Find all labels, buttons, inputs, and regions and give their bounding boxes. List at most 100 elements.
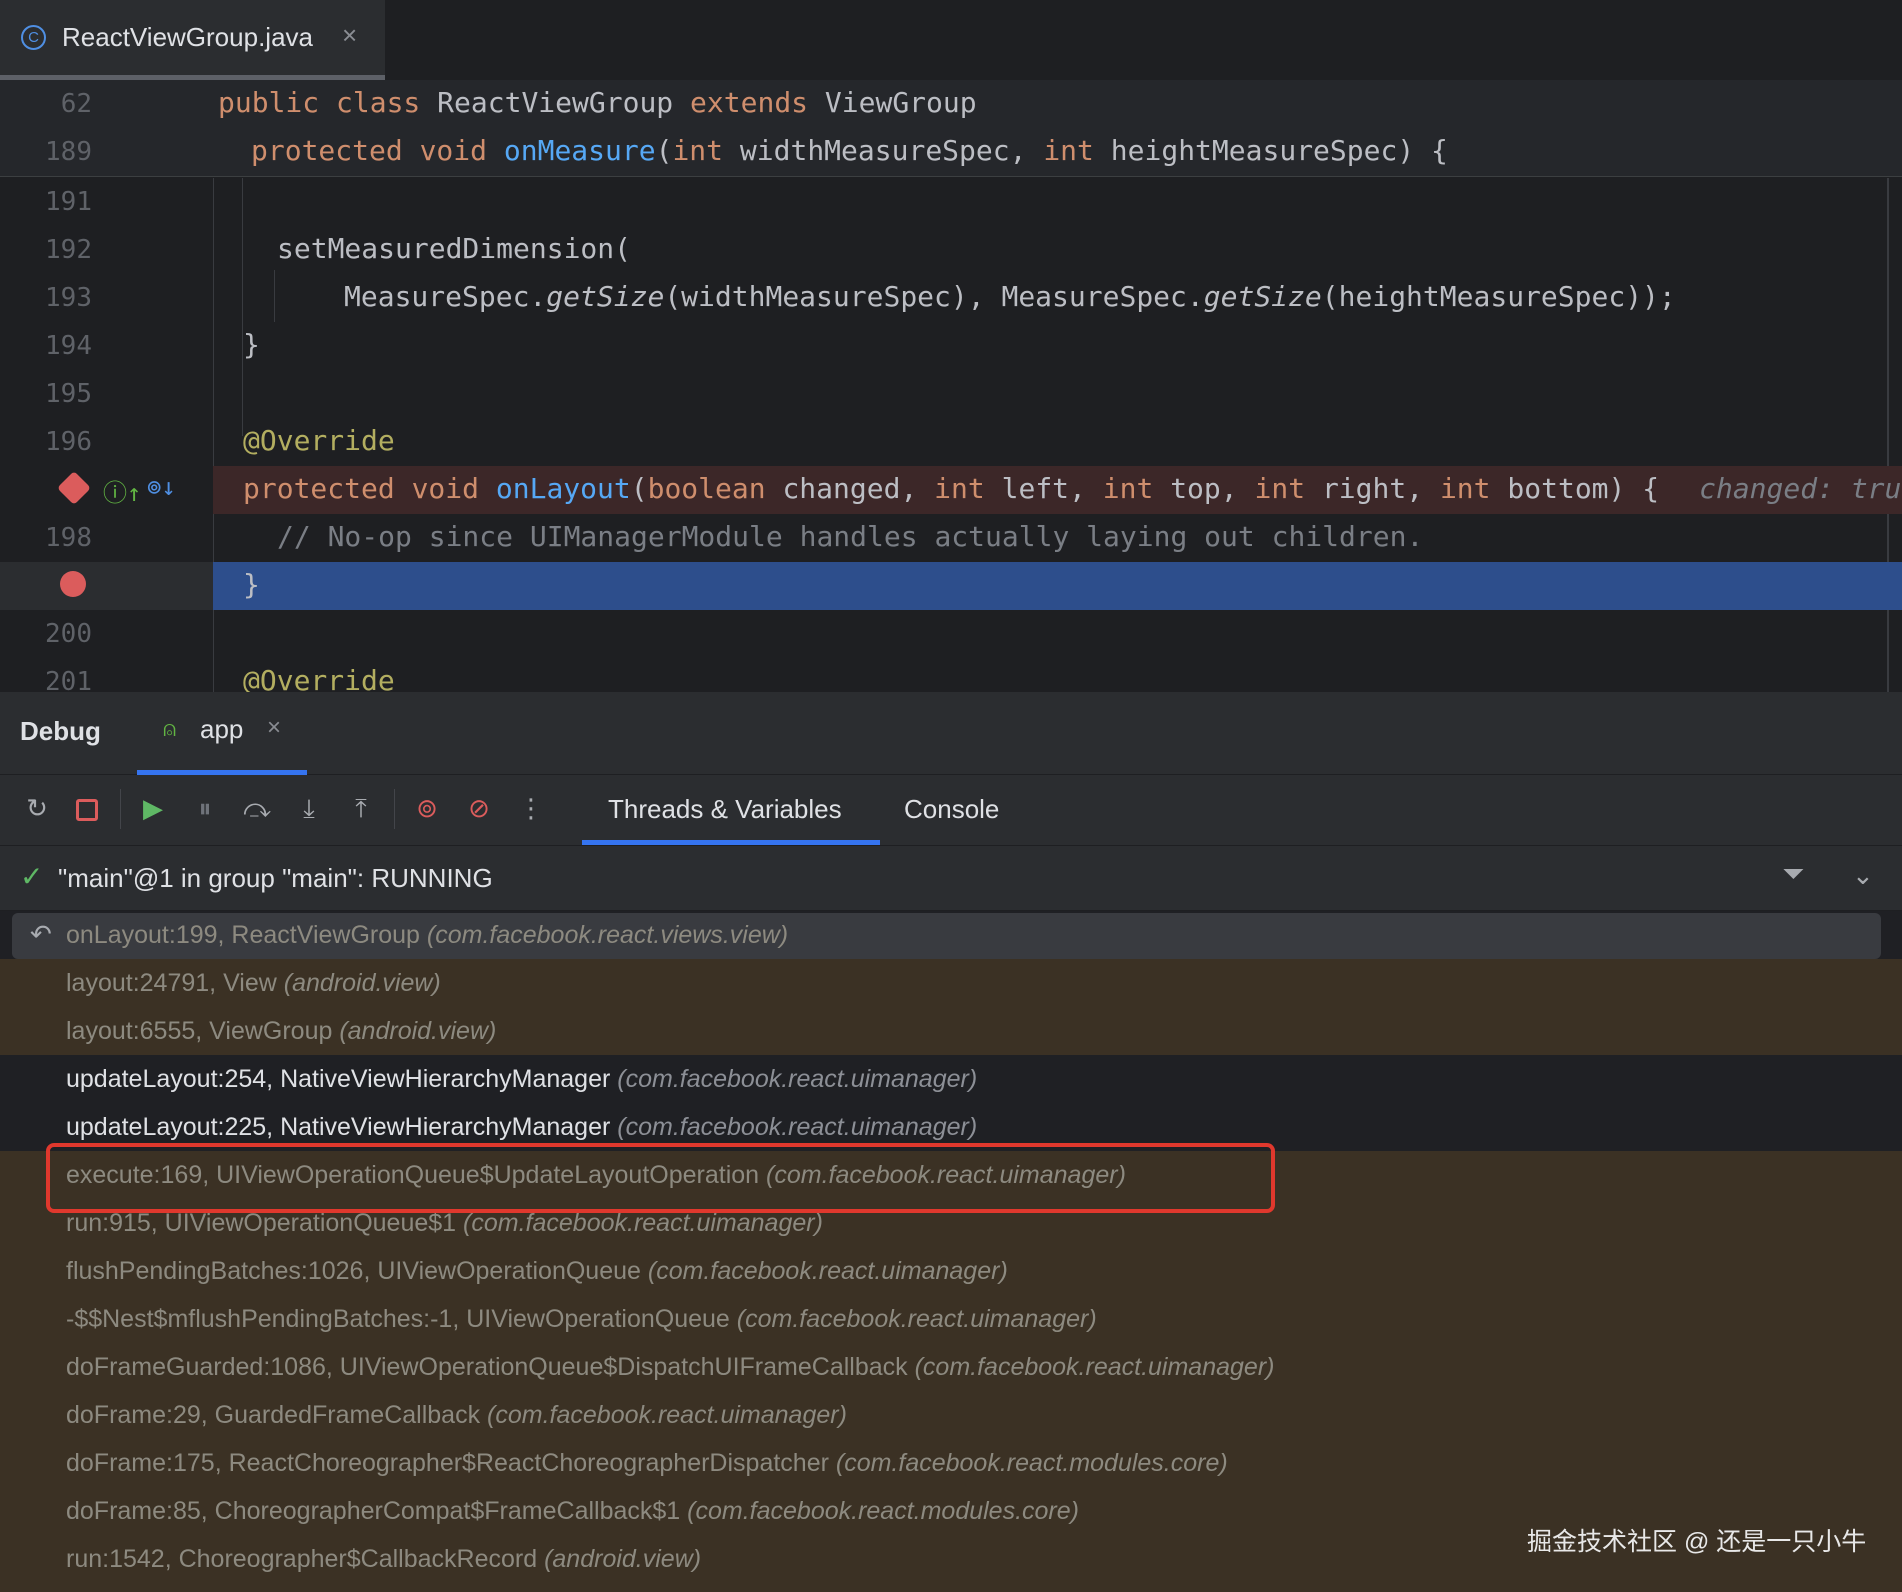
code-line: 194} bbox=[0, 322, 1902, 370]
debug-session-tab-app[interactable]: ⍝ app × bbox=[137, 692, 307, 775]
sticky-lines-separator bbox=[0, 176, 1902, 177]
code-line: 189 protected void onMeasure(int widthMea… bbox=[0, 128, 1902, 176]
code-token: } bbox=[243, 328, 260, 361]
frame-text: layout:6555, ViewGroup (android.view) bbox=[66, 1017, 496, 1046]
frame-package: (com.facebook.react.uimanager) bbox=[736, 1305, 1097, 1333]
overrides-icon[interactable]: ⊚↓ bbox=[147, 473, 176, 501]
thread-selector[interactable]: ✓ "main"@1 in group "main": RUNNING ⏷ ⌄ bbox=[0, 846, 1902, 911]
frame-text: -$$Nest$mflushPendingBatches:-1, UIViewO… bbox=[66, 1305, 1097, 1334]
step-out-icon[interactable]: ⤒ bbox=[342, 789, 380, 827]
code-line: 201 @Override bbox=[0, 658, 1902, 692]
stop-icon[interactable] bbox=[68, 789, 106, 827]
code-token: heightMeasureSpec) { bbox=[1110, 134, 1448, 167]
stack-frame[interactable]: layout:6555, ViewGroup (android.view) bbox=[0, 1007, 1902, 1055]
toolbar-separator bbox=[394, 789, 395, 829]
step-into-icon[interactable]: ⤓ bbox=[290, 789, 328, 827]
code-line: 198 // No-op since UIManagerModule handle… bbox=[0, 514, 1902, 562]
frame-package: (com.facebook.react.uimanager) bbox=[647, 1257, 1008, 1285]
frame-method: flushPendingBatches:1026, UIViewOperatio… bbox=[66, 1257, 648, 1285]
toolbar-separator bbox=[120, 789, 121, 829]
code-token: ViewGroup bbox=[824, 86, 977, 119]
pause-icon[interactable]: ⏸ bbox=[186, 789, 224, 827]
frame-package: (com.facebook.react.views.view) bbox=[426, 921, 789, 949]
highlight-annotation-box bbox=[46, 1143, 1275, 1213]
frame-text: run:915, UIViewOperationQueue$1 (com.fac… bbox=[66, 1209, 823, 1238]
tab-console[interactable]: Console bbox=[904, 794, 999, 825]
return-frame-icon: ↶ bbox=[30, 919, 52, 949]
frame-text: updateLayout:225, NativeViewHierarchyMan… bbox=[66, 1113, 977, 1142]
close-icon[interactable]: × bbox=[342, 20, 357, 51]
code-token: ( bbox=[630, 472, 648, 505]
code-token: // No-op since UIManagerModule handles a… bbox=[277, 520, 1424, 553]
code-text: MeasureSpec.getSize(widthMeasureSpec), M… bbox=[344, 280, 1676, 313]
stack-frame[interactable]: doFrameGuarded:1086, UIViewOperationQueu… bbox=[0, 1343, 1902, 1391]
mute-breakpoints-icon[interactable]: ⊘ bbox=[460, 789, 498, 827]
frame-text: doFrame:29, GuardedFrameCallback (com.fa… bbox=[66, 1401, 847, 1430]
view-breakpoints-icon[interactable]: ⊚ bbox=[408, 789, 446, 827]
code-line: 200 bbox=[0, 610, 1902, 658]
code-token: setMeasuredDimension( bbox=[277, 232, 632, 265]
more-icon[interactable]: ⋮ bbox=[512, 789, 550, 827]
filter-icon[interactable]: ⏷ bbox=[1782, 858, 1804, 891]
stack-frame[interactable]: flushPendingBatches:1026, UIViewOperatio… bbox=[0, 1247, 1902, 1295]
implements-icon[interactable]: ⓘ↑ bbox=[103, 473, 141, 508]
code-token: @Override bbox=[243, 424, 395, 457]
android-icon: ⍝ bbox=[163, 716, 177, 741]
code-text: } bbox=[243, 328, 260, 361]
code-line: protected void onLayout(boolean changed,… bbox=[0, 466, 1902, 514]
line-number: 62 bbox=[60, 89, 92, 119]
code-token: getSize bbox=[1203, 280, 1322, 313]
rerun-icon[interactable]: ↻ bbox=[18, 789, 56, 827]
code-text: } bbox=[243, 568, 260, 601]
code-token: int bbox=[1043, 134, 1111, 167]
frame-text: doFrame:175, ReactChoreographer$ReactCho… bbox=[66, 1449, 1228, 1478]
watermark: 掘金技术社区 @ 还是一只小牛 bbox=[1527, 1528, 1867, 1556]
editor-tab-reactviewgroup[interactable]: C ReactViewGroup.java × bbox=[0, 0, 385, 80]
frame-method: updateLayout:254, NativeViewHierarchyMan… bbox=[66, 1065, 618, 1093]
code-token: protected void bbox=[251, 134, 504, 167]
stack-frame-selected[interactable]: ↶ onLayout:199, ReactViewGroup (com.faceb… bbox=[0, 911, 1902, 959]
frame-text: run:1542, Choreographer$CallbackRecord (… bbox=[66, 1545, 701, 1574]
code-line: 192 setMeasuredDimension( bbox=[0, 226, 1902, 274]
code-line: } bbox=[0, 562, 1902, 610]
frame-text: doFrame:85, ChoreographerCompat$FrameCal… bbox=[66, 1497, 1079, 1526]
code-token: extends bbox=[690, 86, 825, 119]
stack-frame[interactable]: updateLayout:254, NativeViewHierarchyMan… bbox=[0, 1055, 1902, 1103]
code-token: (heightMeasureSpec)); bbox=[1321, 280, 1676, 313]
code-token: getSize bbox=[546, 280, 665, 313]
code-token: left, bbox=[1001, 472, 1103, 505]
resume-icon[interactable]: ▶ bbox=[134, 789, 172, 827]
code-token: widthMeasureSpec, bbox=[739, 134, 1044, 167]
close-icon[interactable]: × bbox=[267, 714, 281, 742]
active-tab-indicator bbox=[582, 840, 880, 845]
frame-package: (com.facebook.react.uimanager) bbox=[463, 1209, 823, 1237]
tab-label: Threads & Variables bbox=[608, 794, 842, 824]
code-line: 195 bbox=[0, 370, 1902, 418]
code-token: int bbox=[934, 472, 1002, 505]
stack-frame[interactable]: layout:24791, View (android.view) bbox=[0, 959, 1902, 1007]
frame-package: (android.view) bbox=[544, 1545, 702, 1573]
code-token: changed, bbox=[782, 472, 935, 505]
line-number: 189 bbox=[45, 137, 92, 167]
stack-frame[interactable]: doFrame:175, ReactChoreographer$ReactCho… bbox=[0, 1439, 1902, 1487]
frames-list: ↶ onLayout:199, ReactViewGroup (com.faceb… bbox=[0, 911, 1902, 1592]
stack-frame[interactable]: doFrame:29, GuardedFrameCallback (com.fa… bbox=[0, 1391, 1902, 1439]
tab-threads-variables[interactable]: Threads & Variables bbox=[582, 775, 880, 845]
code-token: (widthMeasureSpec), MeasureSpec. bbox=[664, 280, 1204, 313]
stack-frame[interactable]: -$$Nest$mflushPendingBatches:-1, UIViewO… bbox=[0, 1295, 1902, 1343]
code-line: 62 public class ReactViewGroup extends Vi… bbox=[0, 80, 1902, 128]
code-text: protected void onMeasure(int widthMeasur… bbox=[251, 134, 1448, 167]
code-token: onLayout bbox=[495, 472, 631, 505]
frame-method: layout:24791, View bbox=[66, 969, 284, 997]
frame-package: (android.view) bbox=[283, 969, 441, 997]
code-token: MeasureSpec. bbox=[344, 280, 547, 313]
step-over-icon[interactable]: ⤼ bbox=[238, 789, 276, 827]
breakpoint-icon[interactable] bbox=[60, 571, 86, 597]
frame-method: layout:6555, ViewGroup bbox=[66, 1017, 340, 1045]
chevron-down-icon[interactable]: ⌄ bbox=[1852, 860, 1874, 891]
code-text: protected void onLayout(boolean changed,… bbox=[243, 472, 1902, 505]
code-token: int bbox=[1254, 472, 1322, 505]
frame-package: (android.view) bbox=[339, 1017, 497, 1045]
frame-text: onLayout:199, ReactViewGroup (com.facebo… bbox=[66, 921, 788, 950]
code-editor[interactable]: 62 public class ReactViewGroup extends Vi… bbox=[0, 80, 1902, 692]
